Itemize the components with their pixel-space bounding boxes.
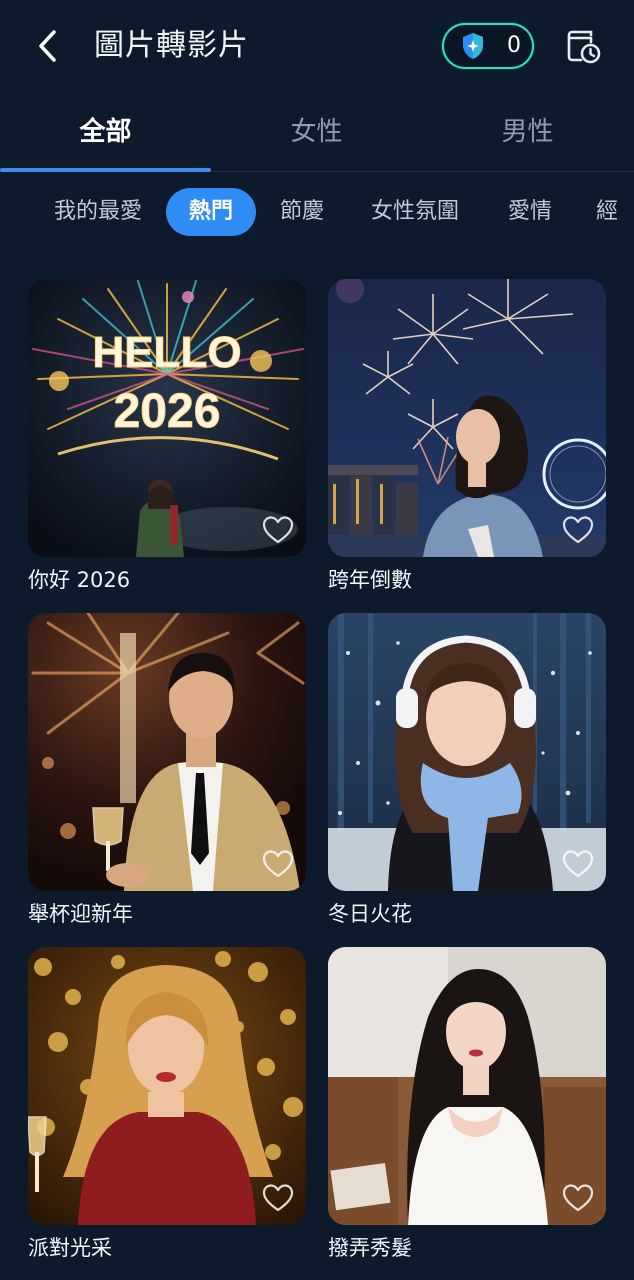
top-bar: 圖片轉影片 0 (0, 0, 634, 92)
heart-icon[interactable] (262, 515, 294, 545)
template-thumbnail[interactable] (28, 613, 306, 891)
chip-love[interactable]: 愛情 (505, 188, 555, 236)
heart-icon[interactable] (562, 849, 594, 879)
template-title: 冬日火花 (328, 902, 412, 926)
heart-icon[interactable] (562, 515, 594, 545)
template-card[interactable]: 冬日火花 (328, 613, 606, 929)
chip-favorites[interactable]: 我的最愛 (48, 188, 148, 236)
tab-male[interactable]: 男性 (422, 114, 633, 150)
template-thumbnail[interactable] (328, 947, 606, 1225)
app-screen: 圖片轉影片 0 全部 女性 男性 我的最愛 熱門 節慶 女性氛圍 愛情 經 HE… (0, 0, 634, 1280)
history-clock-icon (567, 30, 601, 64)
template-title: 派對光采 (28, 1236, 112, 1260)
template-thumbnail[interactable]: HELLO 2026 (28, 279, 306, 557)
credits-badge[interactable]: 0 (442, 23, 534, 69)
template-title: 舉杯迎新年 (28, 902, 133, 926)
template-title: 撥弄秀髮 (328, 1236, 412, 1260)
heart-icon[interactable] (262, 849, 294, 879)
template-title: 你好 2026 (28, 568, 131, 592)
image-text-hello: HELLO (92, 328, 241, 377)
heart-icon[interactable] (562, 1183, 594, 1213)
filter-chips: 我的最愛 熱門 節慶 女性氛圍 愛情 經 (0, 188, 634, 238)
history-button[interactable] (563, 26, 603, 66)
image-text-year: 2026 (114, 385, 221, 438)
template-title: 跨年倒數 (328, 568, 412, 592)
category-tabs: 全部 女性 男性 (0, 100, 634, 172)
template-thumbnail[interactable] (328, 279, 606, 557)
template-card[interactable]: 舉杯迎新年 (28, 613, 306, 929)
chip-festival[interactable]: 節慶 (276, 188, 328, 236)
template-card[interactable]: HELLO 2026 你好 2026 (28, 279, 306, 595)
template-thumbnail[interactable] (328, 613, 606, 891)
chip-partial[interactable]: 經 (596, 188, 634, 236)
heart-icon[interactable] (262, 1183, 294, 1213)
template-card[interactable]: 跨年倒數 (328, 279, 606, 595)
chevron-left-icon (39, 30, 56, 62)
shield-sparkle-icon (463, 33, 483, 59)
template-card[interactable]: 撥弄秀髮 (328, 947, 606, 1263)
tab-all[interactable]: 全部 (0, 114, 211, 150)
chip-popular[interactable]: 熱門 (166, 188, 256, 236)
credits-count: 0 (507, 33, 521, 58)
active-tab-indicator (0, 168, 211, 172)
page-title: 圖片轉影片 (94, 28, 249, 63)
back-button[interactable] (28, 24, 68, 68)
tab-female[interactable]: 女性 (211, 114, 422, 150)
template-card[interactable]: 派對光采 (28, 947, 306, 1263)
chip-feminine-vibe[interactable]: 女性氛圍 (366, 188, 464, 236)
template-thumbnail[interactable] (28, 947, 306, 1225)
